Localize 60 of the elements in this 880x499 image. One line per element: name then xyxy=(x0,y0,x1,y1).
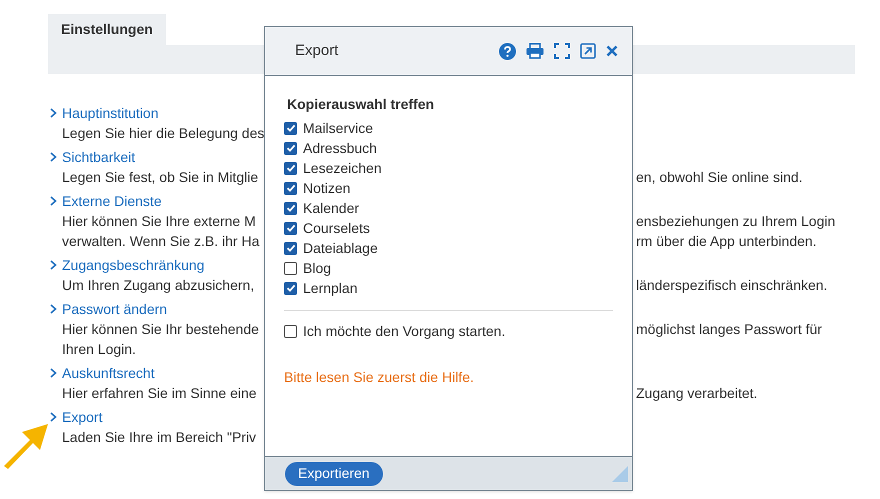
description-text: ensbeziehungen zu Ihrem Login xyxy=(636,212,836,231)
checkbox[interactable] xyxy=(284,222,297,234)
description-text: verwalten. Wenn Sie z.B. ihr Ha xyxy=(62,232,260,248)
settings-tab[interactable]: Einstellungen xyxy=(48,14,166,45)
description-text: rm über die App unterbinden. xyxy=(636,232,817,251)
description-text: Um Ihren Zugang abzusichern, xyxy=(62,276,254,292)
print-icon[interactable] xyxy=(526,43,544,59)
option-label: Blog xyxy=(303,258,332,278)
option-label: Adressbuch xyxy=(303,138,377,158)
chevron-icon xyxy=(50,368,57,378)
checkbox[interactable] xyxy=(284,162,297,174)
chevron-icon xyxy=(50,108,57,118)
section-link[interactable]: Passwort ändern xyxy=(50,299,168,319)
close-icon[interactable] xyxy=(606,45,618,57)
section-link[interactable]: Externe Dienste xyxy=(50,191,162,211)
description-text: länderspezifisch einschränken. xyxy=(636,276,828,295)
description-text: Legen Sie fest, ob Sie in Mitglie xyxy=(62,168,258,184)
chevron-icon xyxy=(50,196,57,206)
checkbox[interactable] xyxy=(284,262,297,274)
description-text: en, obwohl Sie online sind. xyxy=(636,168,803,186)
section-heading: Kopierauswahl treffen xyxy=(286,95,436,114)
option-label: Courselets xyxy=(303,218,370,238)
section-link[interactable]: Export xyxy=(50,407,102,427)
fullscreen-icon[interactable] xyxy=(554,43,570,59)
option-label: Lernplan xyxy=(303,278,358,298)
description-text: Hier können Sie Ihr bestehende xyxy=(62,320,259,336)
description-text: Laden Sie Ihre im Bereich "Priv xyxy=(62,428,256,444)
description-text: Zugang verarbeitet. xyxy=(636,384,758,403)
option-label: Lesezeichen xyxy=(303,158,382,178)
chevron-icon xyxy=(50,152,57,162)
checkbox[interactable] xyxy=(284,282,297,294)
description-text: Legen Sie hier die Belegung des xyxy=(62,124,264,140)
chevron-icon xyxy=(50,260,57,270)
option-label: Kalender xyxy=(303,198,360,218)
checkbox[interactable] xyxy=(284,242,297,254)
dialog-title: Export xyxy=(295,40,340,61)
option-label: Mailservice xyxy=(303,118,374,138)
description-text: möglichst langes Passwort für xyxy=(636,320,822,339)
resize-grip-icon[interactable] xyxy=(612,466,628,482)
confirm-label: Ich möchte den Vorgang starten. xyxy=(303,322,506,341)
chevron-icon xyxy=(50,304,57,314)
description-text: Hier erfahren Sie im Sinne eine xyxy=(62,384,257,400)
checkbox[interactable] xyxy=(284,122,297,134)
section-link[interactable]: Zugangsbeschränkung xyxy=(50,255,204,275)
section-link[interactable]: Auskunftsrecht xyxy=(50,363,155,383)
option-label: Notizen xyxy=(303,178,350,198)
chevron-icon xyxy=(50,412,57,422)
description-text: Hier können Sie Ihre externe M xyxy=(62,212,256,228)
checkbox[interactable] xyxy=(284,202,297,214)
checkbox[interactable] xyxy=(284,142,297,154)
description-text: Ihren Login. xyxy=(62,340,136,356)
checkbox[interactable] xyxy=(284,182,297,194)
option-label: Dateiablage xyxy=(303,238,378,258)
section-link[interactable]: Hauptinstitution xyxy=(50,103,159,123)
external-link-icon[interactable] xyxy=(580,43,596,59)
help-icon[interactable] xyxy=(499,42,516,60)
help-hint: Bitte lesen Sie zuerst die Hilfe. xyxy=(284,368,475,387)
checkbox[interactable] xyxy=(284,324,297,338)
section-link[interactable]: Sichtbarkeit xyxy=(50,147,136,167)
export-button[interactable]: Exportieren xyxy=(285,462,383,486)
